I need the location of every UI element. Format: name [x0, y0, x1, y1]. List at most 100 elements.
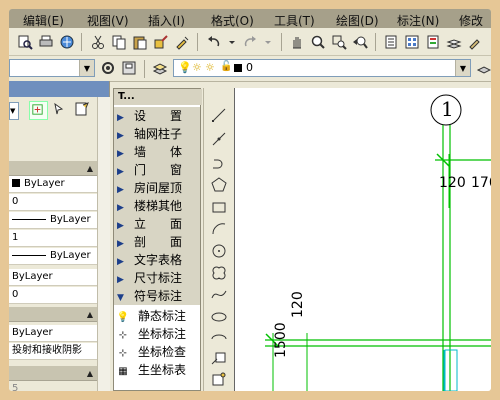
polygon-icon[interactable]: [210, 176, 228, 194]
lineweight-sample: [12, 254, 46, 256]
prop-layer[interactable]: 0: [9, 194, 97, 211]
axis-number: 1: [441, 97, 454, 121]
construction-line-icon[interactable]: [210, 130, 228, 148]
publish-icon[interactable]: [58, 33, 76, 51]
plot-section-header[interactable]: ▲: [9, 366, 97, 381]
category-label: 设 置: [134, 109, 183, 123]
line-icon[interactable]: [210, 106, 228, 124]
command-coordinate-table[interactable]: ▦ 生坐标表: [114, 361, 200, 379]
prop-color[interactable]: ByLayer: [9, 176, 97, 193]
properties-icon[interactable]: [382, 33, 400, 51]
category-axis-column[interactable]: ▶ 轴网柱子: [114, 125, 200, 143]
properties-scrollbar[interactable]: [97, 97, 110, 391]
select-objects-icon[interactable]: [52, 101, 69, 118]
plot-icon[interactable]: [37, 33, 55, 51]
prop-linetype[interactable]: ByLayer: [9, 212, 97, 229]
match-properties-icon[interactable]: [152, 33, 170, 51]
markup-icon[interactable]: [466, 33, 484, 51]
make-block-icon[interactable]: [210, 370, 228, 388]
collapse-icon: ▲: [86, 310, 93, 319]
current-layer-name: 0: [246, 61, 253, 74]
sheet-set-icon[interactable]: [445, 33, 463, 51]
prop-plot-style[interactable]: ByLayer: [9, 269, 97, 286]
polyline-icon[interactable]: [210, 154, 228, 172]
print-preview-icon[interactable]: [16, 33, 34, 51]
paste-icon[interactable]: [131, 33, 149, 51]
chevron-down-icon[interactable]: ▼: [79, 60, 94, 76]
insert-block-icon[interactable]: [210, 350, 228, 368]
zoom-realtime-icon[interactable]: [309, 33, 327, 51]
workspace-combo[interactable]: ▼: [9, 59, 95, 77]
pan-icon[interactable]: [288, 33, 306, 51]
copy-icon[interactable]: [110, 33, 128, 51]
category-settings[interactable]: ▶ 设 置: [114, 107, 200, 125]
viewport-sun-icon: ☼: [205, 61, 215, 74]
workspace-settings-icon[interactable]: [99, 59, 117, 77]
category-text-table[interactable]: ▶ 文字表格: [114, 251, 200, 269]
command-coordinate-check[interactable]: ⊹ 坐标检查: [114, 343, 200, 361]
category-label: 尺寸标注: [134, 271, 183, 285]
general-section-header[interactable]: ▲: [9, 161, 97, 176]
lock-icon: 🔓: [220, 61, 233, 72]
menu-dimension[interactable]: 标注(N): [397, 12, 439, 29]
prop-thickness[interactable]: 0: [9, 287, 97, 304]
tool-palettes-icon[interactable]: [424, 33, 442, 51]
command-static-annotation[interactable]: 💡 静态标注: [114, 307, 200, 325]
undo-dropdown-icon[interactable]: [223, 33, 241, 51]
prop-material[interactable]: ByLayer: [9, 325, 97, 342]
workspace-save-icon[interactable]: [120, 59, 138, 77]
menu-bar: 编辑(E) 视图(V) 插入(I) 格式(O) 工具(T) 绘图(D) 标注(N…: [9, 9, 491, 28]
category-door-window[interactable]: ▶ 门 窗: [114, 161, 200, 179]
redo-dropdown-icon[interactable]: [259, 33, 277, 51]
3d-section-header[interactable]: ▲: [9, 307, 97, 322]
command-label: 生坐标表: [138, 363, 187, 377]
category-label: 楼梯其他: [134, 199, 183, 213]
layer-manager-icon[interactable]: [151, 59, 169, 77]
revision-cloud-icon[interactable]: [210, 264, 228, 282]
spline-icon[interactable]: [210, 286, 228, 304]
menu-view[interactable]: 视图(V): [87, 12, 129, 29]
category-wall[interactable]: ▶ 墙 体: [114, 143, 200, 161]
menu-draw[interactable]: 绘图(D): [336, 12, 379, 29]
layer-previous-icon[interactable]: [475, 59, 491, 77]
block-editor-icon[interactable]: [173, 33, 191, 51]
cut-icon[interactable]: [89, 33, 107, 51]
palette-title[interactable]: T...: [114, 89, 202, 105]
menu-edit[interactable]: 编辑(E): [23, 12, 64, 29]
prop-plot-style-value: ByLayer: [12, 271, 53, 282]
category-dimension[interactable]: ▶ 尺寸标注: [114, 269, 200, 287]
arc-icon[interactable]: [210, 220, 228, 238]
category-symbol-annotation[interactable]: ▼ 符号标注: [114, 287, 200, 305]
prop-bottom[interactable]: 5: [9, 381, 97, 391]
object-select-combo[interactable]: ▼: [9, 102, 19, 120]
category-stairs-other[interactable]: ▶ 楼梯其他: [114, 197, 200, 215]
prop-color-value: ByLayer: [24, 178, 65, 189]
menu-insert[interactable]: 插入(I): [148, 12, 185, 29]
layer-combo[interactable]: 💡 ☼ ☼ 🔓 0 ▼: [173, 59, 471, 77]
category-elevation[interactable]: ▶ 立 面: [114, 215, 200, 233]
quick-select-icon[interactable]: [74, 101, 91, 118]
menu-format[interactable]: 格式(O): [211, 12, 254, 29]
ellipse-icon[interactable]: [210, 308, 228, 326]
drawing-canvas[interactable]: 1 120 170 1500 120: [234, 88, 491, 391]
prop-linetype-scale[interactable]: 1: [9, 230, 97, 247]
prop-lineweight[interactable]: ByLayer: [9, 248, 97, 265]
ellipse-arc-icon[interactable]: [210, 330, 228, 348]
menu-tools[interactable]: 工具(T): [274, 12, 315, 29]
zoom-previous-icon[interactable]: [351, 33, 369, 51]
circle-icon[interactable]: [210, 242, 228, 260]
toggle-pickadd-icon[interactable]: [29, 101, 48, 120]
rectangle-icon[interactable]: [210, 198, 228, 216]
undo-icon[interactable]: [205, 33, 223, 51]
prop-shadow[interactable]: 投射和接收阴影: [9, 343, 97, 360]
redo-icon[interactable]: [241, 33, 259, 51]
category-room-roof[interactable]: ▶ 房间屋顶: [114, 179, 200, 197]
category-section[interactable]: ▶ 剖 面: [114, 233, 200, 251]
menu-modify[interactable]: 修改: [459, 12, 483, 29]
design-center-icon[interactable]: [403, 33, 421, 51]
chevron-down-icon[interactable]: ▼: [455, 60, 470, 76]
command-coordinate-annotation[interactable]: ⊹ 坐标标注: [114, 325, 200, 343]
zoom-window-icon[interactable]: [330, 33, 348, 51]
dimension-text: 170: [471, 175, 491, 191]
collapse-icon: ▲: [86, 369, 93, 378]
